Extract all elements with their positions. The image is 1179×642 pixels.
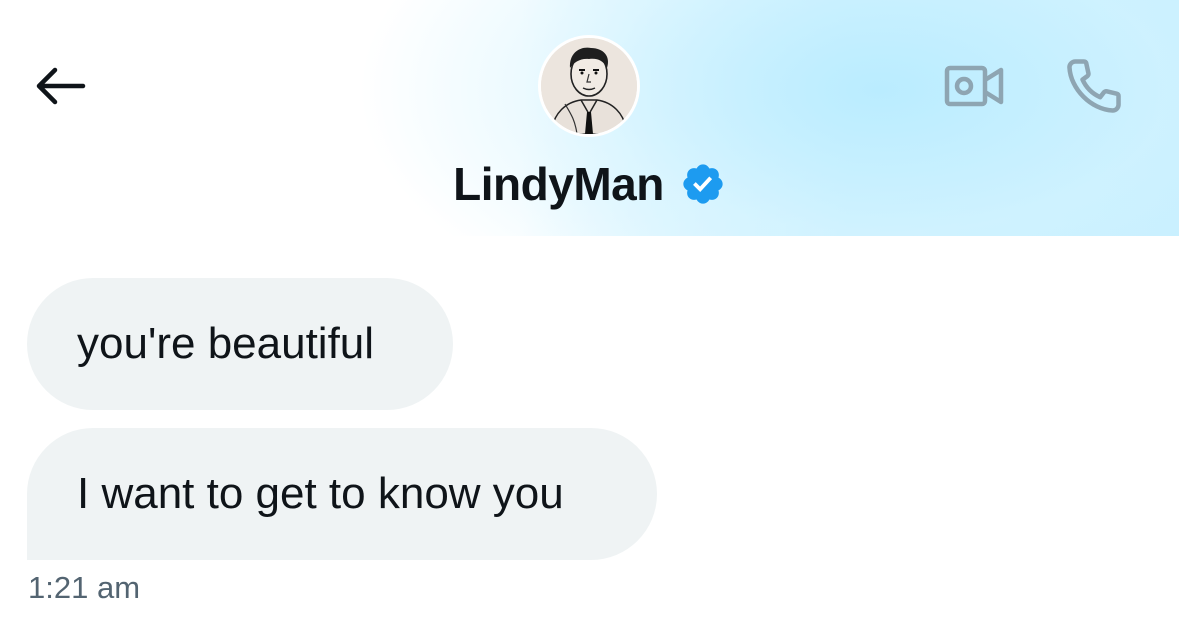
verified-badge-icon [680,161,726,207]
back-button[interactable] [28,58,92,114]
voice-call-button[interactable] [1060,52,1128,120]
contact-name[interactable]: LindyMan [453,157,664,211]
avatar-sketch [541,38,637,134]
message-timestamp: 1:21 am [28,570,141,605]
message-bubble[interactable]: you're beautiful [27,278,453,410]
contact-name-row: LindyMan [0,152,1179,216]
phone-icon [1067,59,1121,113]
message-bubble[interactable]: I want to get to know you [27,428,657,560]
avatar[interactable] [541,38,637,134]
message-text: I want to get to know you [77,469,564,518]
conversation-header: LindyMan [0,0,1179,236]
arrow-left-icon [36,67,86,105]
message-text: you're beautiful [77,319,375,368]
video-camera-icon [944,65,1004,107]
video-call-button[interactable] [940,52,1008,120]
